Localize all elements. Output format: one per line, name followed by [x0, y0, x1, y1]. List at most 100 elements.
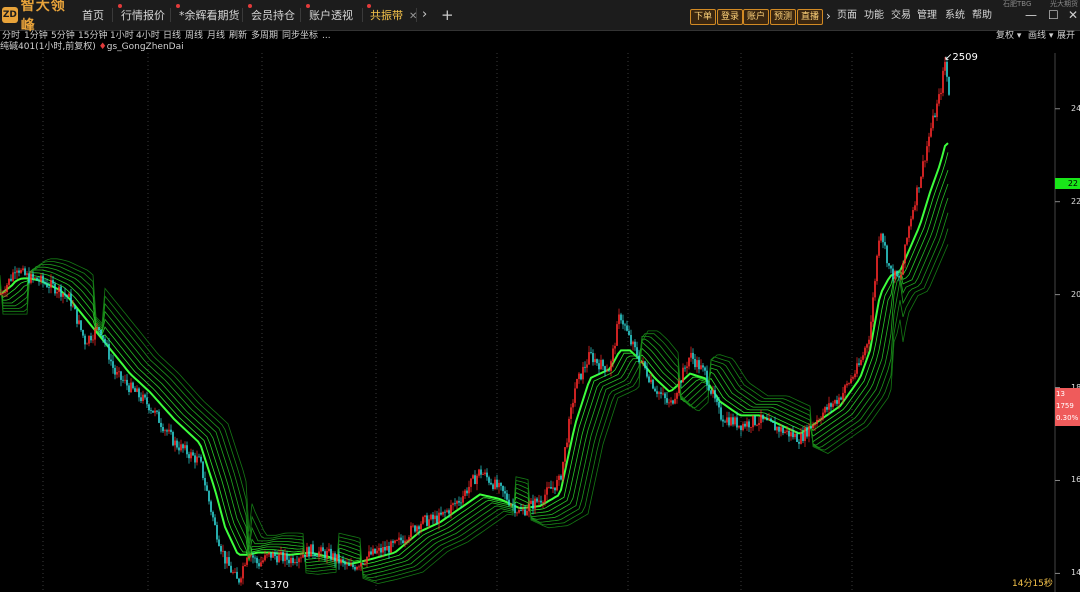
account-button[interactable]: 账户: [743, 9, 770, 25]
maximize-icon[interactable]: ☐: [1048, 5, 1059, 25]
candle-body: [674, 398, 676, 404]
tab-yuhui-futures[interactable]: *余辉看期货: [176, 4, 240, 26]
close-window-icon[interactable]: ✕: [1068, 5, 1078, 25]
candle-body: [208, 490, 210, 502]
timeframe-15min[interactable]: 15分钟: [78, 30, 107, 42]
candle-body: [238, 578, 240, 583]
candle-body: [852, 377, 854, 379]
candle-body: [468, 486, 470, 494]
live-button[interactable]: 直播: [797, 9, 824, 25]
countdown-timer: 14分15秒: [1012, 579, 1053, 589]
unsaved-dot-icon: [176, 4, 180, 8]
timeframe-monthly[interactable]: 月线: [207, 30, 225, 42]
candle-body: [440, 512, 442, 515]
multi-period-button[interactable]: 多周期: [251, 30, 278, 42]
candle-body: [302, 554, 304, 558]
candle-body: [788, 430, 790, 437]
candle-body: [748, 421, 750, 428]
candle-body: [128, 385, 130, 392]
menu-trade[interactable]: 交易: [891, 6, 911, 26]
candle-body: [638, 355, 640, 363]
tab-scroll-chevron-icon[interactable]: ›: [422, 6, 427, 24]
candle-body: [48, 287, 50, 288]
login-button[interactable]: 登录: [717, 9, 744, 25]
candle-body: [280, 551, 282, 555]
candle-body: [406, 540, 408, 542]
refresh-button[interactable]: 刷新: [229, 30, 247, 42]
tab-resonance-band[interactable]: 共振带 ✕: [367, 4, 417, 26]
menu-manage[interactable]: 管理: [917, 6, 937, 26]
high-price-annotation: ↙2509: [944, 52, 978, 64]
candle-body: [724, 421, 726, 423]
timeframe-4hour[interactable]: 4小时: [136, 30, 160, 42]
candle-body: [856, 363, 858, 374]
more-icon[interactable]: ...: [322, 30, 331, 42]
candle-body: [410, 525, 412, 538]
candle-body: [762, 414, 764, 420]
candle-body: [198, 456, 200, 458]
candle-body: [310, 544, 312, 557]
tab-home[interactable]: 首页: [82, 6, 104, 26]
candle-body: [646, 367, 648, 377]
candle-body: [844, 385, 846, 393]
candle-body: [326, 551, 328, 559]
candle-body: [496, 479, 498, 488]
tab-quotes[interactable]: 行情报价: [118, 4, 165, 26]
timeframe-intraday[interactable]: 分时: [2, 30, 20, 42]
candle-body: [546, 487, 548, 495]
candle-body: [908, 226, 910, 238]
candle-body: [650, 379, 652, 383]
menu-page[interactable]: 页面: [837, 6, 857, 26]
candle-body: [616, 324, 618, 346]
candle-body: [480, 469, 482, 475]
candle-body: [370, 551, 372, 555]
add-tab-icon[interactable]: +: [441, 6, 454, 24]
tab-account-view[interactable]: 账户透视: [306, 4, 353, 26]
sync-axis-button[interactable]: 同步坐标: [282, 30, 318, 42]
candle-body: [656, 391, 658, 394]
candle-body: [794, 434, 796, 438]
candle-body: [448, 510, 450, 514]
candle-body: [380, 548, 382, 553]
candle-body: [130, 382, 132, 393]
candle-body: [384, 547, 386, 551]
candle-body: [826, 407, 828, 410]
indicator-name[interactable]: gs_GongZhenDai: [107, 42, 184, 52]
candle-body: [56, 292, 58, 294]
menu-chevron-icon[interactable]: ›: [826, 6, 831, 26]
timeframe-weekly[interactable]: 周线: [185, 30, 203, 42]
minimize-icon[interactable]: —: [1025, 5, 1037, 25]
place-order-button[interactable]: 下单: [690, 9, 717, 25]
expand-button[interactable]: 展开: [1057, 30, 1075, 42]
candle-body: [554, 487, 556, 491]
candle-body: [154, 410, 156, 413]
tab-separator: [170, 8, 171, 22]
menu-help[interactable]: 帮助: [972, 6, 992, 26]
candle-body: [532, 500, 534, 509]
timeframe-1min[interactable]: 1分钟: [24, 30, 48, 42]
candle-body: [564, 447, 566, 462]
candle-body: [188, 454, 190, 459]
candle-body: [668, 402, 670, 404]
candle-body: [522, 509, 524, 511]
candle-body: [602, 359, 604, 367]
menu-system[interactable]: 系统: [945, 6, 965, 26]
timeframe-5min[interactable]: 5分钟: [51, 30, 75, 42]
candle-body: [470, 478, 472, 487]
candle-body: [682, 367, 684, 383]
adjust-dropdown[interactable]: 复权 ▾: [996, 30, 1021, 42]
candle-body: [828, 403, 830, 410]
menu-function[interactable]: 功能: [864, 6, 884, 26]
draw-line-dropdown[interactable]: 画线 ▾: [1028, 30, 1053, 42]
app-logo[interactable]: ZD 智大领峰: [0, 0, 80, 34]
candle-body: [474, 475, 476, 484]
timeframe-1hour[interactable]: 1小时: [110, 30, 134, 42]
timeframe-daily[interactable]: 日线: [163, 30, 181, 42]
candle-body: [364, 563, 366, 564]
price-chart[interactable]: [0, 53, 1080, 592]
candle-body: [8, 278, 10, 285]
tab-separator: [362, 8, 363, 22]
tab-member-positions[interactable]: 会员持仓: [248, 4, 295, 26]
candle-body: [232, 572, 234, 573]
forecast-button[interactable]: 预测: [770, 9, 797, 25]
